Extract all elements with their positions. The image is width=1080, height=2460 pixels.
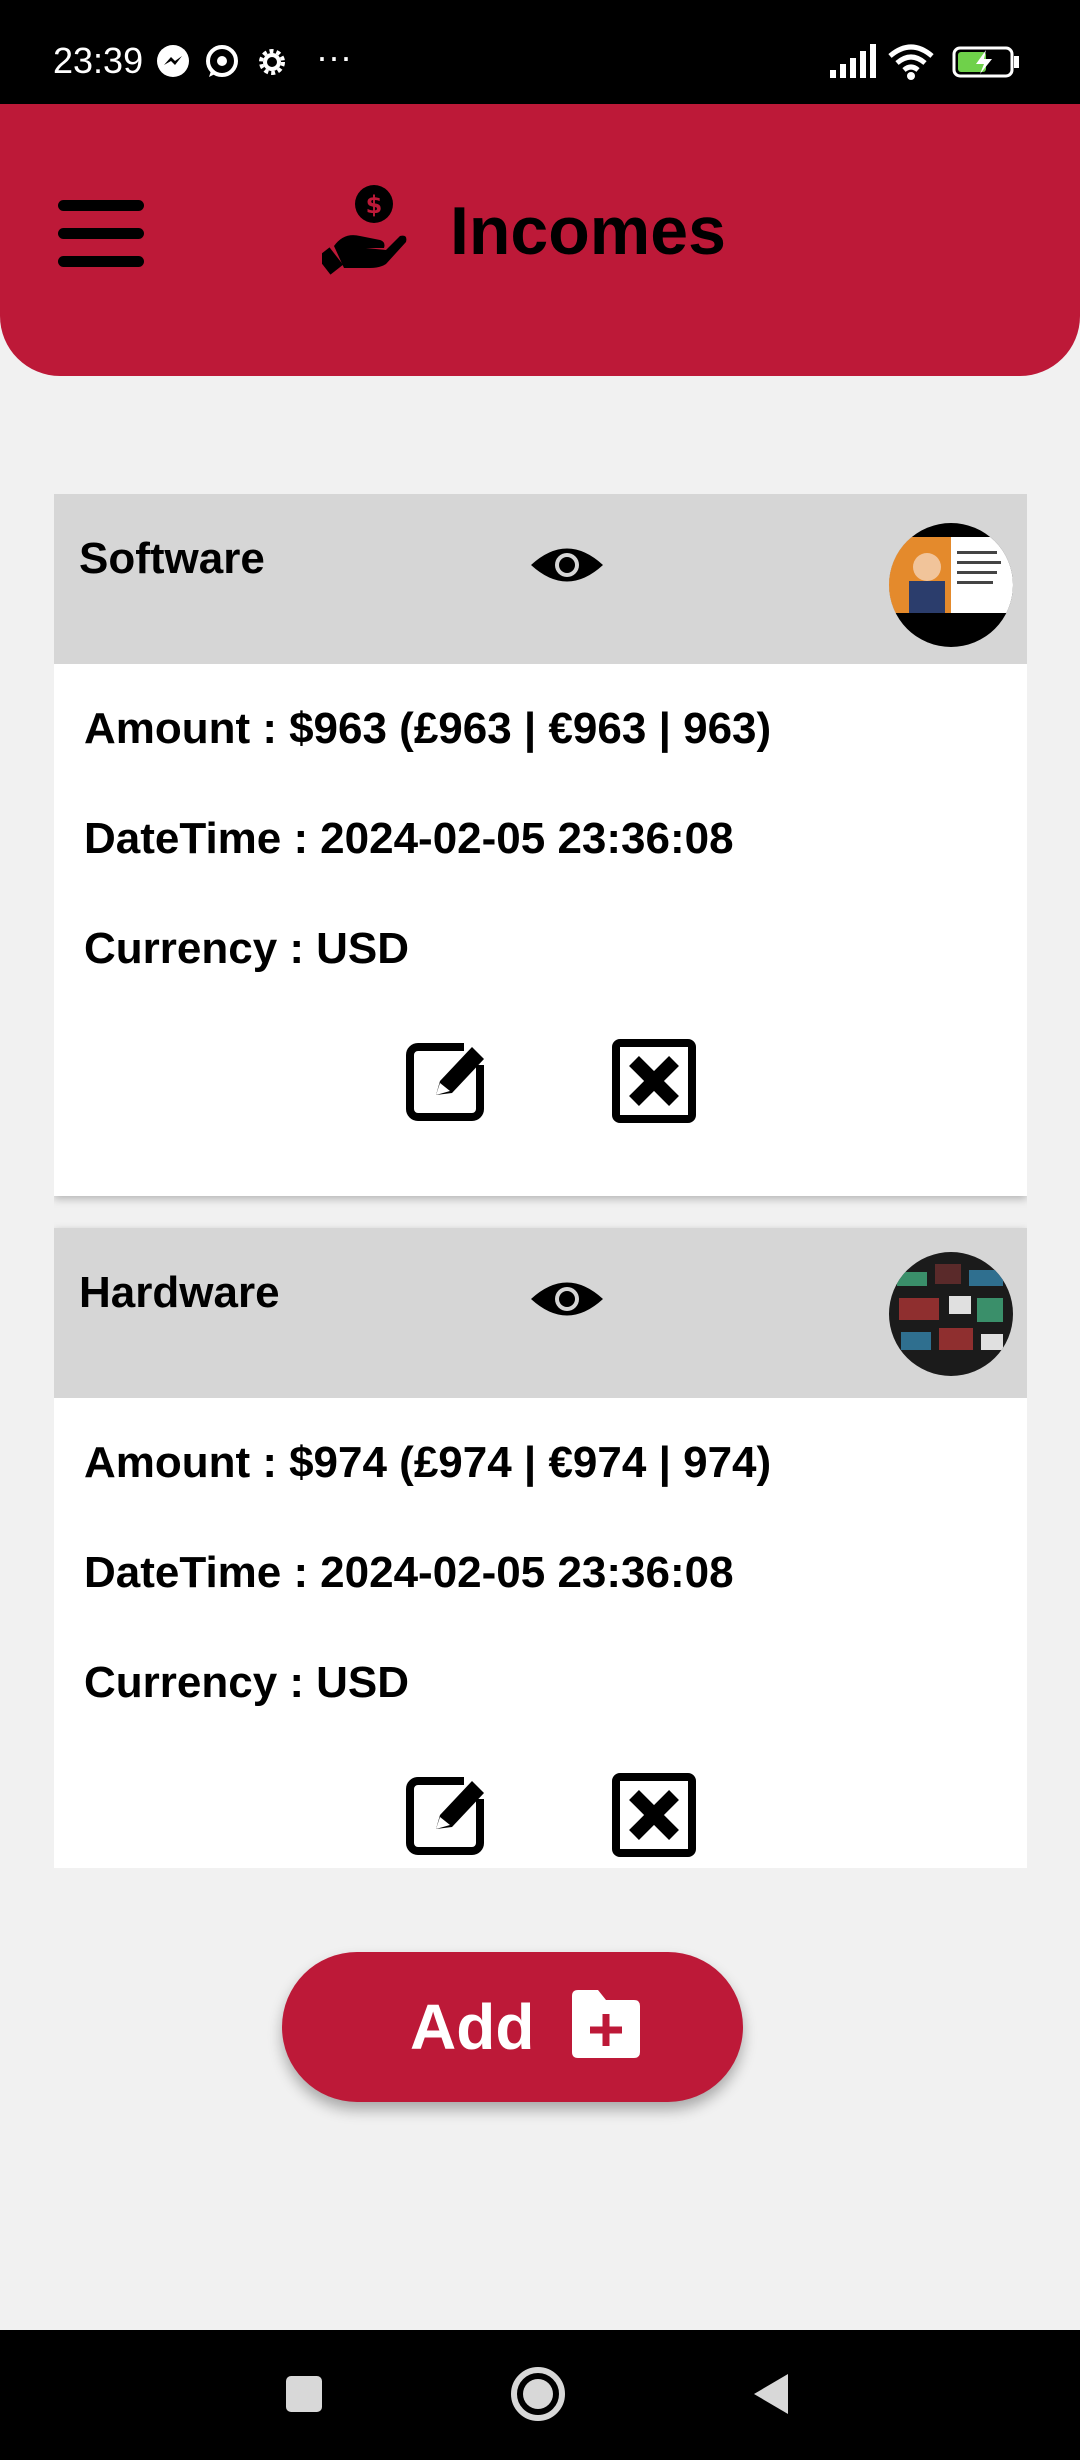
currency-value: USD xyxy=(316,924,409,973)
add-button[interactable]: Add xyxy=(282,1952,743,2102)
delete-icon[interactable] xyxy=(612,1039,696,1123)
income-name: Software xyxy=(79,534,265,583)
income-list[interactable]: Software Amount: $963 (£963 | €963 | 96… xyxy=(54,494,1027,1868)
edit-icon[interactable] xyxy=(406,1039,490,1123)
datetime-label: DateTime : xyxy=(84,814,309,863)
currency-row: Currency : USD xyxy=(84,1658,409,1708)
edit-icon[interactable] xyxy=(406,1773,490,1857)
add-folder-icon xyxy=(572,1990,640,2058)
income-card: Hardware Amount: $974 (£974 | €974 | 97… xyxy=(54,1228,1027,1868)
status-bar: 23:39 ··· xyxy=(0,0,1080,104)
page-title: Incomes xyxy=(450,193,726,269)
wifi-icon xyxy=(888,44,934,80)
datetime-value: 2024-02-05 23:36:08 xyxy=(320,814,734,863)
datetime-row: DateTime :2024-02-05 23:36:08 xyxy=(84,1548,734,1598)
currency-label: Currency : xyxy=(84,924,305,973)
svg-text:$: $ xyxy=(366,191,383,219)
eye-icon[interactable] xyxy=(529,1278,605,1320)
currency-row: Currency : USD xyxy=(84,924,409,974)
nav-home-icon[interactable] xyxy=(510,2366,566,2422)
income-thumbnail-image xyxy=(889,523,1013,647)
status-time: 23:39 xyxy=(53,40,144,81)
whatsapp-icon xyxy=(206,45,238,77)
income-name: Hardware xyxy=(79,1268,280,1317)
eye-icon[interactable] xyxy=(529,544,605,586)
app-header: $ Incomes xyxy=(0,104,1080,376)
income-card-header: Hardware xyxy=(54,1228,1027,1398)
nav-back-icon[interactable] xyxy=(752,2372,792,2416)
nav-recents-icon[interactable] xyxy=(284,2374,324,2414)
menu-icon-bar xyxy=(58,228,144,239)
menu-icon-bar xyxy=(58,200,144,211)
currency-label: Currency : xyxy=(84,1658,305,1707)
battery-icon xyxy=(952,46,1019,78)
income-card: Software Amount: $963 (£963 | €963 | 96… xyxy=(54,494,1027,1196)
amount-label: Amount : xyxy=(84,704,278,753)
income-thumbnail-image xyxy=(889,1252,1013,1376)
hand-money-icon: $ xyxy=(322,185,407,275)
amount-value: $974 (£974 | €974 | 974) xyxy=(289,1438,772,1487)
amount-label: Amount : xyxy=(84,1438,278,1487)
system-navigation-bar xyxy=(0,2330,1080,2460)
menu-button[interactable] xyxy=(58,200,144,268)
amount-value: $963 (£963 | €963 | 963) xyxy=(289,704,772,753)
datetime-row: DateTime :2024-02-05 23:36:08 xyxy=(84,814,734,864)
more-notifications-icon: ··· xyxy=(316,36,352,77)
amount-row: Amount : $974 (£974 | €974 | 974) xyxy=(84,1438,771,1488)
datetime-label: DateTime : xyxy=(84,1548,309,1597)
currency-value: USD xyxy=(316,1658,409,1707)
delete-icon[interactable] xyxy=(612,1773,696,1857)
messenger-icon xyxy=(157,45,189,77)
add-button-label: Add xyxy=(410,1991,535,2063)
income-card-header: Software xyxy=(54,494,1027,664)
datetime-value: 2024-02-05 23:36:08 xyxy=(320,1548,734,1597)
menu-icon-bar xyxy=(58,256,144,267)
amount-row: Amount : $963 (£963 | €963 | 963) xyxy=(84,704,771,754)
settings-gear-icon xyxy=(259,49,285,75)
signal-icon xyxy=(830,44,876,78)
